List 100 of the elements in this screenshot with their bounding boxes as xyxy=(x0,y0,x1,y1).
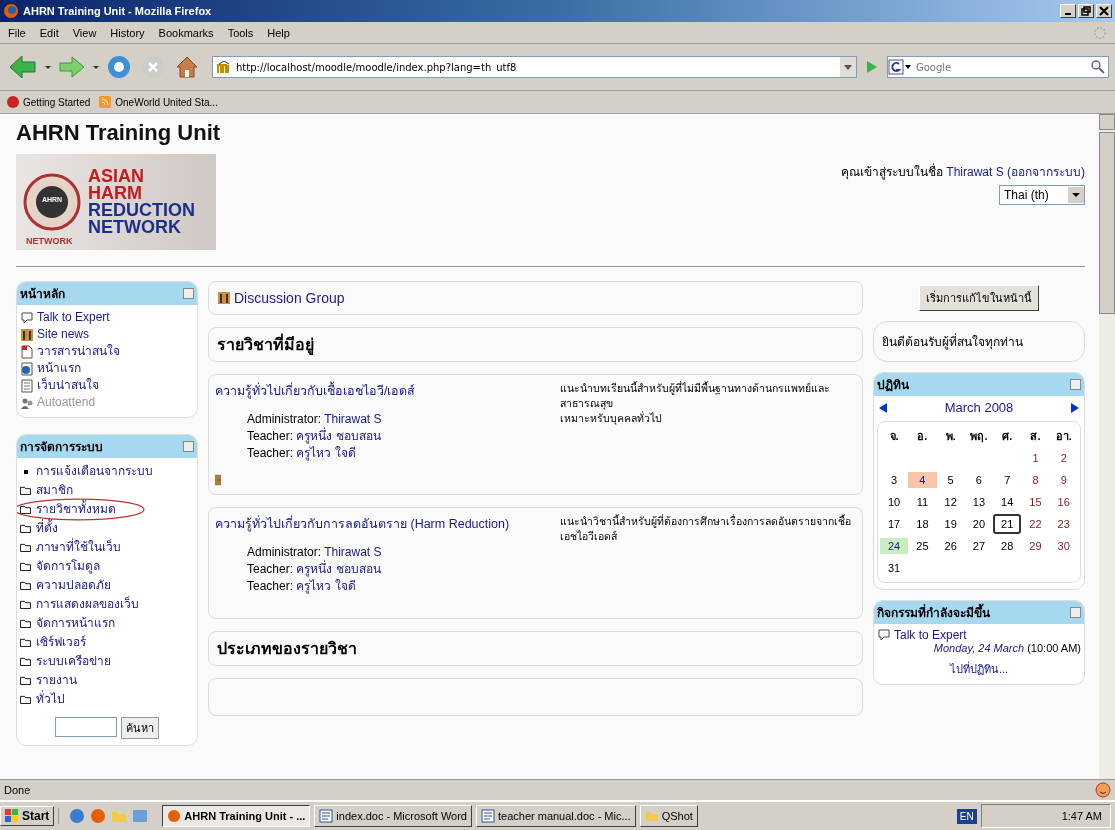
calendar-day[interactable]: 30 xyxy=(1049,538,1078,554)
language-indicator[interactable]: EN xyxy=(956,808,977,824)
calendar-day[interactable]: 2 xyxy=(1049,450,1078,466)
taskbar-button[interactable]: AHRN Training Unit - ... xyxy=(162,805,311,827)
staff-link[interactable]: ครูไหว ใจดี xyxy=(296,446,356,460)
search-engine-icon[interactable] xyxy=(888,59,912,75)
menu-item[interactable]: Tools xyxy=(227,26,254,39)
dropdown-caret-icon[interactable] xyxy=(44,63,52,71)
course-link[interactable]: ความรู้ทั่วไปเกี่ยวกับเชื้อเอชไอวี/เอดส์ xyxy=(215,381,550,401)
window-icon[interactable] xyxy=(132,808,149,824)
next-month-icon[interactable] xyxy=(1070,401,1080,414)
admin-link[interactable]: รายงาน xyxy=(36,671,77,690)
admin-link[interactable]: จัดการโมดูล xyxy=(36,557,100,576)
taskbar-button[interactable]: QShot xyxy=(639,805,698,827)
restore-button[interactable] xyxy=(1078,4,1094,18)
calendar-day[interactable]: 17 xyxy=(880,516,909,532)
start-button[interactable]: Start xyxy=(0,806,55,826)
scrollbar[interactable] xyxy=(1099,114,1115,779)
month-title[interactable]: March 2008 xyxy=(944,400,1014,415)
menu-item[interactable]: Help xyxy=(267,26,290,39)
collapse-icon[interactable] xyxy=(183,441,194,452)
search-input[interactable] xyxy=(55,717,117,737)
calendar-day[interactable]: 10 xyxy=(880,494,909,510)
bookmark-link[interactable]: Getting Started xyxy=(6,95,91,109)
calendar-day[interactable]: 16 xyxy=(1049,494,1078,510)
user-link[interactable]: Thirawat S xyxy=(946,165,1004,179)
door-icon[interactable] xyxy=(215,474,221,486)
calendar-day[interactable]: 13 xyxy=(964,494,994,510)
minimize-button[interactable] xyxy=(1060,4,1076,18)
admin-link[interactable]: ความปลอดภัย xyxy=(36,576,111,595)
forum-link[interactable]: Discussion Group xyxy=(234,290,345,306)
search-bar[interactable]: Google xyxy=(887,56,1109,78)
course-link[interactable]: ความรู้ทั่วไปเกี่ยวกับการลดอันตราย (Harm Reduction) xyxy=(215,514,550,534)
staff-link[interactable]: Thirawat S xyxy=(324,545,382,559)
logout-link[interactable]: (ออกจากระบบ) xyxy=(1007,165,1085,179)
staff-link[interactable]: ครูไหว ใจดี xyxy=(296,579,356,593)
edit-page-button[interactable]: เริ่มการแก้ไขในหน้านี้ xyxy=(919,285,1039,311)
event-link[interactable]: Talk to Expert xyxy=(894,628,967,642)
calendar-day[interactable]: 19 xyxy=(936,516,965,532)
admin-link[interactable]: ที่ตั้ง xyxy=(36,519,58,538)
calendar-day[interactable]: 29 xyxy=(1021,538,1050,554)
close-button[interactable] xyxy=(1096,4,1112,18)
admin-link[interactable]: การแจ้งเตือนจากระบบ xyxy=(36,462,153,481)
collapse-icon[interactable] xyxy=(1070,607,1081,618)
admin-link[interactable]: เซิร์ฟเวอร์ xyxy=(36,633,86,652)
admin-link[interactable]: จัดการหน้าแรก xyxy=(36,614,115,633)
staff-link[interactable]: ครูหนึ่ง ชอบสอน xyxy=(296,562,381,576)
menu-link[interactable]: หน้าแรก xyxy=(20,360,194,377)
staff-link[interactable]: Thirawat S xyxy=(324,412,382,426)
menu-link[interactable]: เว็บน่าสนใจ xyxy=(20,377,194,394)
staff-link[interactable]: ครูหนึ่ง ชอบสอน xyxy=(296,429,381,443)
collapse-icon[interactable] xyxy=(183,288,194,299)
calendar-day[interactable]: 25 xyxy=(908,538,937,554)
search-button[interactable]: ค้นหา xyxy=(121,717,159,739)
calendar-day[interactable]: 12 xyxy=(936,494,965,510)
dropdown-caret-icon[interactable] xyxy=(92,63,100,71)
admin-link[interactable]: ทั่วไป xyxy=(36,690,65,709)
admin-link[interactable]: ระบบเครือข่าย xyxy=(36,652,111,671)
calendar-link[interactable]: ไปที่ปฏิทิน... xyxy=(949,663,1009,675)
menu-link[interactable]: วารสารน่าสนใจ xyxy=(20,343,194,360)
menu-item[interactable]: File xyxy=(8,26,26,39)
collapse-icon[interactable] xyxy=(1070,379,1081,390)
previous-month-icon[interactable] xyxy=(878,401,888,414)
calendar-day[interactable]: 20 xyxy=(964,516,994,532)
admin-link[interactable]: ภาษาที่ใช้ในเว็บ xyxy=(36,538,121,557)
menu-item[interactable]: Edit xyxy=(39,26,59,39)
calendar-day[interactable]: 22 xyxy=(1021,516,1050,532)
calendar-day[interactable]: 8 xyxy=(1021,472,1050,488)
calendar-day[interactable]: 7 xyxy=(993,472,1022,488)
admin-link[interactable]: สมาชิก xyxy=(36,481,73,500)
dropdown-caret-icon[interactable] xyxy=(840,57,856,77)
menu-item[interactable]: View xyxy=(72,26,97,39)
calendar-day[interactable]: 31 xyxy=(880,560,909,576)
menu-link[interactable]: Talk to Expert xyxy=(20,309,194,326)
calendar-day[interactable]: 3 xyxy=(880,472,909,488)
calendar-day[interactable]: 28 xyxy=(993,538,1022,554)
address-bar[interactable]: http://localhost/moodle/moodle/index.php?lang=th_utf8 xyxy=(212,56,857,78)
calendar-day[interactable]: 14 xyxy=(993,494,1022,510)
admin-link[interactable]: การแสดงผลของเว็บ xyxy=(36,595,139,614)
taskbar-button[interactable]: index.doc - Microsoft Word xyxy=(314,805,472,827)
calendar-day[interactable]: 24 xyxy=(880,538,909,554)
calendar-day[interactable]: 27 xyxy=(964,538,994,554)
calendar-day[interactable]: 23 xyxy=(1049,516,1078,532)
calendar-day[interactable]: 11 xyxy=(908,494,937,510)
menu-link[interactable]: Site news xyxy=(20,326,194,343)
language-select[interactable]: Thai (th) xyxy=(999,185,1085,205)
calendar-day[interactable]: 9 xyxy=(1049,472,1078,488)
calendar-day[interactable]: 18 xyxy=(908,516,937,532)
date-link[interactable]: Monday, 24 March xyxy=(933,642,1025,654)
taskbar-button[interactable]: teacher manual.doc - Mic... xyxy=(475,805,636,827)
calendar-day[interactable]: 21 xyxy=(993,514,1022,534)
calendar-day[interactable]: 4 xyxy=(908,472,937,488)
calendar-day[interactable]: 15 xyxy=(1021,494,1050,510)
calendar-day[interactable]: 1 xyxy=(1021,450,1050,466)
calendar-day[interactable]: 6 xyxy=(964,472,994,488)
search-icon[interactable] xyxy=(1090,59,1106,75)
calendar-day[interactable]: 26 xyxy=(936,538,965,554)
bookmark-link[interactable]: OneWorld United Sta... xyxy=(98,95,218,109)
menu-item[interactable]: Bookmarks xyxy=(158,26,214,39)
menu-item[interactable]: History xyxy=(110,26,145,39)
